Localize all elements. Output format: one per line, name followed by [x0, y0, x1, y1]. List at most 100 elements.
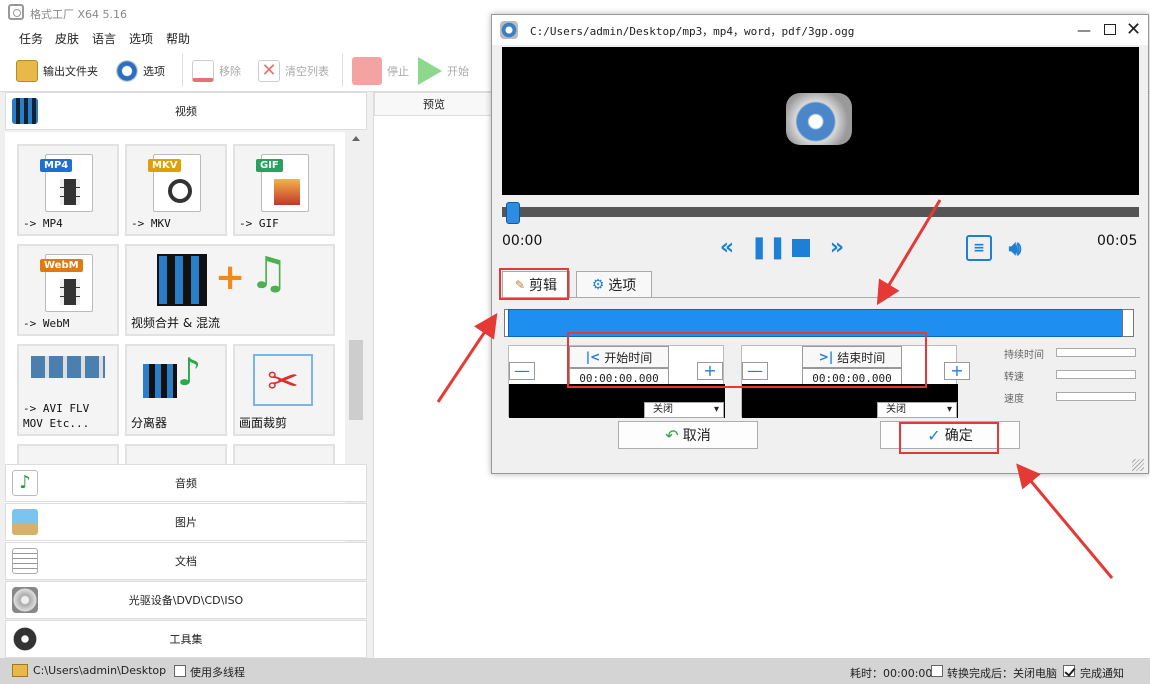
- mp4-file-icon: MP4: [40, 154, 93, 212]
- tile-to-mkv[interactable]: MKV -> MKV: [125, 144, 227, 236]
- gear-icon: ⚙: [591, 276, 605, 293]
- video-film-icon: [12, 98, 38, 124]
- menu-options[interactable]: 选项: [129, 30, 153, 47]
- scissors-icon: ✂: [253, 354, 313, 406]
- rpm-dropdown[interactable]: [1056, 370, 1136, 379]
- category-tools[interactable]: 工具集: [5, 620, 367, 658]
- duration-dropdown[interactable]: [1056, 348, 1136, 357]
- play-icon: [418, 57, 442, 85]
- seek-bar[interactable]: [502, 202, 1139, 224]
- category-document[interactable]: 文档: [5, 542, 367, 580]
- start-minus-button[interactable]: —: [509, 362, 535, 380]
- start-select[interactable]: 关闭 ▾: [644, 402, 724, 418]
- menu-skin[interactable]: 皮肤: [55, 30, 79, 47]
- tile-crop[interactable]: ✂ 画面裁剪: [233, 344, 335, 436]
- status-bar: C:\Users\admin\Desktop 使用多线程 耗时：00:00:00…: [0, 658, 1150, 684]
- remove-icon: [192, 60, 214, 82]
- folder-icon-status[interactable]: [12, 664, 28, 677]
- format-factory-window: 格式工厂 X64 5.16 任务 皮肤 语言 选项 帮助 输出文件夹 选项 移除…: [0, 0, 1150, 684]
- rewind-icon[interactable]: «: [714, 235, 740, 261]
- tile-splitter[interactable]: ♪ 分离器: [125, 344, 227, 436]
- close-icon[interactable]: ✕: [1126, 19, 1141, 40]
- end-select[interactable]: 关闭 ▾: [877, 402, 957, 418]
- after-convert-checkbox[interactable]: [931, 665, 943, 677]
- menu-help[interactable]: 帮助: [166, 30, 190, 47]
- category-panel: 视频 MP4 -> MP4 MKV -> MKV GIF -> GIF WebM…: [0, 92, 368, 658]
- highlight-ok-button: [899, 422, 999, 454]
- speed-rpm-row: 转速: [974, 367, 1139, 383]
- tile-to-avi-flv-mov[interactable]: -> AVI FLV MOV Etc...: [17, 344, 119, 436]
- maximize-icon[interactable]: [1104, 24, 1116, 35]
- resize-grip-icon[interactable]: [1132, 459, 1144, 471]
- dialog-title: C:/Users/admin/Desktop/mp3，mp4，word，pdf/…: [530, 25, 855, 38]
- options-icon: [116, 60, 138, 82]
- start-button[interactable]: 开始: [418, 57, 469, 85]
- volume-icon[interactable]: 🔊︎: [1002, 235, 1028, 261]
- mkv-file-icon: MKV: [148, 154, 201, 212]
- output-folder-button[interactable]: 输出文件夹: [16, 58, 98, 84]
- pause-icon[interactable]: ❚❚: [750, 235, 787, 261]
- highlight-time-range: [567, 332, 927, 388]
- duration-row: 持续时间: [974, 345, 1139, 361]
- dialog-app-icon: [500, 21, 518, 39]
- remove-button[interactable]: 移除: [192, 58, 241, 84]
- gif-file-icon: GIF: [256, 154, 309, 212]
- category-audio[interactable]: ♪ 音频: [5, 464, 367, 502]
- app-icon: [8, 4, 24, 20]
- tile-to-webm[interactable]: WebM -> WebM: [17, 244, 119, 336]
- range-right-handle[interactable]: [1122, 309, 1134, 337]
- stop-icon: [352, 57, 382, 85]
- undo-arrow-icon: ↶: [665, 425, 679, 445]
- output-path[interactable]: C:\Users\admin\Desktop: [33, 664, 166, 677]
- clear-list-button[interactable]: ✕ 清空列表: [258, 58, 329, 84]
- film-strip-icon: [157, 254, 207, 306]
- highlight-tab-cut: [499, 268, 569, 300]
- format-factory-logo-icon: [786, 93, 852, 145]
- folder-icon: [16, 60, 38, 82]
- clip-dialog: C:/Users/admin/Desktop/mp3，mp4，word，pdf/…: [491, 14, 1149, 474]
- equalizer-icon[interactable]: ≡: [966, 235, 992, 261]
- seek-knob[interactable]: [506, 202, 520, 224]
- webm-file-icon: WebM: [40, 254, 93, 312]
- tile-to-gif[interactable]: GIF -> GIF: [233, 144, 335, 236]
- speed-row: 速度: [974, 389, 1139, 405]
- scroll-up-icon[interactable]: [352, 136, 360, 141]
- options-button[interactable]: 选项: [116, 58, 165, 84]
- menu-task[interactable]: 任务: [19, 30, 43, 47]
- plus-icon: +: [215, 257, 246, 298]
- multithread-checkbox[interactable]: [174, 665, 186, 677]
- current-time: 00:00: [502, 233, 543, 249]
- scroll-thumb[interactable]: [349, 340, 363, 420]
- stop-icon-player[interactable]: [788, 235, 814, 261]
- dialog-title-bar: C:/Users/admin/Desktop/mp3，mp4，word，pdf/…: [492, 15, 1148, 45]
- tile-video-merge[interactable]: + ♫ 视频合并 & 混流: [125, 244, 335, 336]
- music-note-icon-small: ♪: [177, 350, 202, 394]
- minimize-icon[interactable]: —: [1077, 23, 1091, 39]
- cancel-button[interactable]: ↶ 取消: [618, 421, 758, 449]
- speed-dropdown[interactable]: [1056, 392, 1136, 401]
- menu-language[interactable]: 语言: [92, 30, 116, 47]
- clear-icon: ✕: [258, 60, 280, 82]
- format-icons: [31, 356, 105, 378]
- image-landscape-icon: [12, 509, 38, 535]
- tile-to-mp4[interactable]: MP4 -> MP4: [17, 144, 119, 236]
- category-video[interactable]: 视频: [5, 92, 367, 130]
- film-reel-icon: [143, 364, 177, 398]
- notify-checkbox[interactable]: [1063, 665, 1075, 677]
- fast-forward-icon[interactable]: »: [824, 235, 850, 261]
- tab-options[interactable]: ⚙ 选项: [576, 271, 652, 297]
- category-disc[interactable]: 光驱设备\DVD\CD\ISO: [5, 581, 367, 619]
- window-title: 格式工厂 X64 5.16: [30, 8, 128, 21]
- notify-label: 完成通知: [1080, 667, 1124, 680]
- end-plus-button[interactable]: +: [944, 362, 970, 380]
- after-convert-label: 转换完成后：关闭电脑: [947, 667, 1057, 680]
- document-pencil-icon: [12, 548, 38, 574]
- music-note-icon: ♫: [249, 248, 289, 299]
- elapsed-time: 耗时：00:00:00: [850, 667, 933, 680]
- stop-button[interactable]: 停止: [352, 57, 409, 85]
- total-time: 00:05: [1097, 233, 1138, 249]
- category-image[interactable]: 图片: [5, 503, 367, 541]
- film-reel-tools-icon: [12, 626, 38, 652]
- preview-column-header[interactable]: 预览: [374, 92, 494, 116]
- multithread-label: 使用多线程: [190, 666, 245, 679]
